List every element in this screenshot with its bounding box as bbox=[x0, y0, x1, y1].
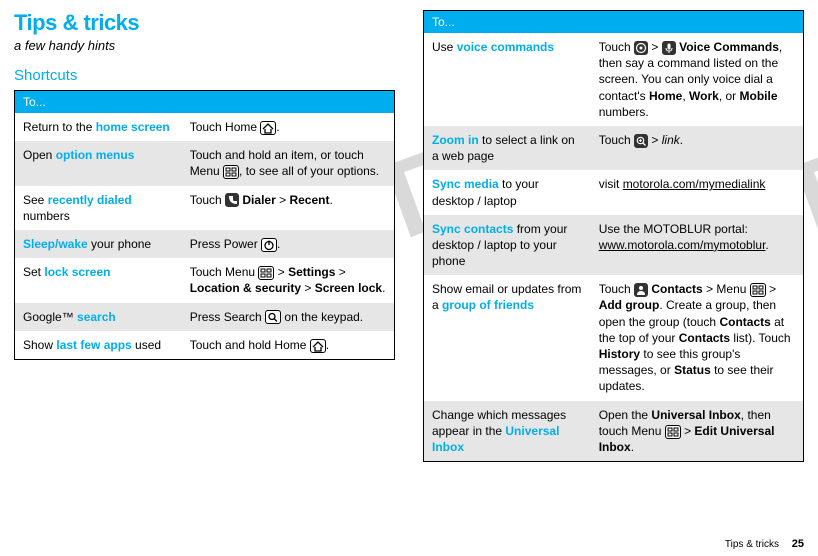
row-action: Touch and hold an item, or touch Menu , … bbox=[182, 141, 395, 185]
table-row: Show last few apps usedTouch and hold Ho… bbox=[15, 331, 395, 360]
home-icon bbox=[260, 120, 276, 134]
table-row: Open option menusTouch and hold an item,… bbox=[15, 141, 395, 185]
shortcuts-table-left: To... Return to the home screenTouch Hom… bbox=[14, 90, 395, 360]
table-row: Change which messages appear in the Univ… bbox=[424, 401, 804, 462]
row-task: Sync contacts from your desktop / laptop… bbox=[424, 215, 591, 276]
page-number: 25 bbox=[792, 538, 804, 550]
voice-icon bbox=[662, 40, 676, 54]
row-action: visit motorola.com/mymedialink bbox=[591, 170, 804, 214]
table-row: See recently dialed numbersTouch Dialer … bbox=[15, 186, 395, 230]
row-task: Change which messages appear in the Univ… bbox=[424, 401, 591, 462]
row-task: Sync media to your desktop / laptop bbox=[424, 170, 591, 214]
menu-icon bbox=[750, 282, 766, 296]
search-icon bbox=[265, 310, 281, 324]
row-action: Press Search on the keypad. bbox=[182, 303, 395, 331]
row-action: Touch Home . bbox=[182, 113, 395, 141]
row-action: Touch > link. bbox=[591, 126, 804, 170]
table-row: Zoom in to select a link on a web pageTo… bbox=[424, 126, 804, 170]
row-task: See recently dialed numbers bbox=[15, 186, 182, 230]
contacts-icon bbox=[634, 282, 648, 296]
table-row: Return to the home screenTouch Home . bbox=[15, 113, 395, 141]
left-column: Tips & tricks a few handy hints Shortcut… bbox=[14, 10, 395, 462]
row-task: Return to the home screen bbox=[15, 113, 182, 141]
row-task: Set lock screen bbox=[15, 258, 182, 302]
shortcuts-table-right: To... Use voice commandsTouch > Voice Co… bbox=[423, 10, 804, 462]
menu-icon bbox=[258, 265, 274, 279]
row-task: Zoom in to select a link on a web page bbox=[424, 126, 591, 170]
row-action: Touch Contacts > Menu > Add group. Creat… bbox=[591, 275, 804, 400]
row-task: Show last few apps used bbox=[15, 331, 182, 360]
page-footer: Tips & tricks 25 bbox=[725, 538, 804, 550]
table-row: Sync media to your desktop / laptopvisit… bbox=[424, 170, 804, 214]
row-action: Touch > Voice Commands, then say a comma… bbox=[591, 33, 804, 126]
table-row: Set lock screenTouch Menu > Settings > L… bbox=[15, 258, 395, 302]
section-heading: Shortcuts bbox=[14, 67, 395, 84]
power-icon bbox=[261, 237, 277, 251]
table-row: Sync contacts from your desktop / laptop… bbox=[424, 215, 804, 276]
row-task: Show email or updates from a group of fr… bbox=[424, 275, 591, 400]
apps-icon bbox=[634, 40, 648, 54]
row-task: Google™ search bbox=[15, 303, 182, 331]
table-header: To... bbox=[15, 91, 395, 114]
table-row: Sleep/wake your phonePress Power . bbox=[15, 230, 395, 258]
table-row: Use voice commandsTouch > Voice Commands… bbox=[424, 33, 804, 126]
menu-icon bbox=[223, 164, 239, 178]
row-action: Open the Universal Inbox, then touch Men… bbox=[591, 401, 804, 462]
table-header: To... bbox=[424, 11, 804, 34]
dial-icon bbox=[225, 193, 239, 207]
table-row: Show email or updates from a group of fr… bbox=[424, 275, 804, 400]
row-action: Press Power . bbox=[182, 230, 395, 258]
row-task: Open option menus bbox=[15, 141, 182, 185]
footer-label: Tips & tricks bbox=[725, 539, 779, 550]
row-action: Touch and hold Home . bbox=[182, 331, 395, 360]
menu-icon bbox=[665, 424, 681, 438]
home-icon bbox=[310, 338, 326, 352]
right-column: To... Use voice commandsTouch > Voice Co… bbox=[423, 10, 804, 462]
row-task: Use voice commands bbox=[424, 33, 591, 126]
row-action: Touch Menu > Settings > Location & secur… bbox=[182, 258, 395, 302]
page-title: Tips & tricks bbox=[14, 10, 395, 36]
table-row: Google™ searchPress Search on the keypad… bbox=[15, 303, 395, 331]
row-action: Use the MOTOBLUR portal: www.motorola.co… bbox=[591, 215, 804, 276]
zoom-icon bbox=[634, 133, 648, 147]
page-subtitle: a few handy hints bbox=[14, 38, 395, 53]
row-task: Sleep/wake your phone bbox=[15, 230, 182, 258]
row-action: Touch Dialer > Recent. bbox=[182, 186, 395, 230]
